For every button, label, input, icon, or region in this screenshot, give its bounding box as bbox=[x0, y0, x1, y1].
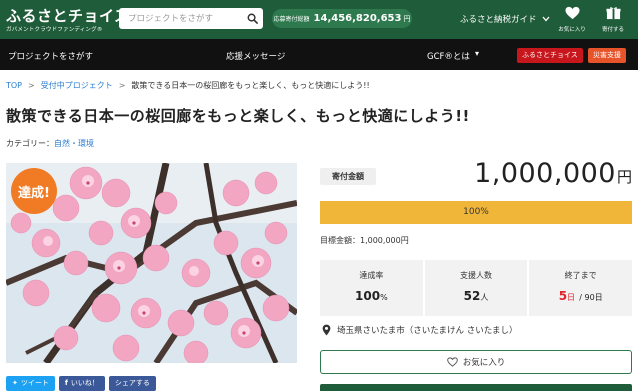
share-label: シェアする bbox=[114, 379, 150, 387]
stat-remaining-label: 終了まで bbox=[564, 271, 597, 280]
category-label: カテゴリー： bbox=[6, 139, 54, 148]
remaining-days: 5 bbox=[558, 289, 568, 303]
stat-achievement-rate: 達成率 100% bbox=[320, 260, 423, 316]
tweet-button[interactable]: ✦ ツイート bbox=[6, 376, 55, 391]
progress-text: 100% bbox=[463, 207, 489, 217]
guide-label: ふるさと納税ガイド bbox=[460, 15, 537, 25]
breadcrumb-separator: > bbox=[118, 81, 126, 90]
favorite-button-label: お気に入り bbox=[462, 358, 506, 368]
stat-remaining-value: 5日 / 90日 bbox=[529, 289, 632, 303]
logo-subtext: ガバメントクラウドファンディング® bbox=[6, 27, 103, 33]
stat-supporters-value: 52人 bbox=[425, 289, 528, 303]
stat-supporters: 支援人数 52人 bbox=[424, 260, 528, 316]
stats-panel: 達成率 100% 支援人数 52人 終了まで 5日 / 90日 bbox=[320, 260, 633, 316]
gift-box-icon bbox=[605, 7, 621, 20]
donation-total-unit: 円 bbox=[403, 14, 411, 23]
supporters-number: 52 bbox=[463, 289, 481, 303]
amount-unit: 円 bbox=[616, 168, 632, 186]
category-link[interactable]: 自然・環境 bbox=[54, 139, 94, 148]
search-box bbox=[119, 8, 263, 29]
twitter-icon: ✦ bbox=[12, 379, 18, 387]
share-buttons: ✦ ツイート f いいね！ シェアする bbox=[6, 376, 156, 391]
add-favorite-button[interactable]: お気に入り bbox=[320, 350, 632, 374]
like-label: いいね！ bbox=[70, 379, 99, 387]
donate-button-partial[interactable] bbox=[320, 384, 632, 391]
nav-furusato-choice-badge[interactable]: ふるさとチョイス bbox=[517, 48, 583, 63]
donation-total-label: 応募寄付総額 bbox=[273, 16, 310, 23]
location: 埼玉県さいたま市（さいたまけん さいたまし） bbox=[322, 324, 517, 336]
search-button[interactable] bbox=[241, 8, 263, 29]
heart-outline-icon bbox=[446, 357, 458, 367]
location-text: 埼玉県さいたま市（さいたまけん さいたまし） bbox=[337, 326, 518, 336]
amount-number: 1,000,000 bbox=[474, 158, 616, 189]
breadcrumb-active-projects[interactable]: 受付中プロジェクト bbox=[41, 80, 113, 91]
stat-rate-value: 100% bbox=[320, 289, 423, 303]
furusato-guide-menu[interactable]: ふるさと納税ガイド bbox=[460, 13, 550, 25]
remaining-unit: 日 bbox=[567, 293, 576, 302]
chevron-down-icon bbox=[542, 16, 550, 22]
stat-rate-label: 達成率 bbox=[359, 271, 384, 280]
share-button[interactable]: シェアする bbox=[108, 376, 156, 391]
tweet-label: ツイート bbox=[20, 379, 49, 387]
donate-header-button[interactable]: 寄付する bbox=[596, 5, 630, 35]
main-nav: プロジェクトをさがす 応援メッセージ GCF®とは ▾ ふるさとチョイス 災害支… bbox=[0, 39, 638, 70]
amount-value: 1,000,000円 bbox=[474, 158, 632, 189]
logo-text: ふるさとチョイス bbox=[6, 7, 130, 25]
supporters-unit: 人 bbox=[480, 293, 489, 302]
search-input[interactable] bbox=[119, 13, 237, 24]
heart-icon bbox=[564, 6, 580, 20]
location-pin-icon bbox=[322, 324, 331, 336]
rate-number: 100 bbox=[355, 289, 381, 303]
donate-header-label: 寄付する bbox=[601, 27, 624, 33]
nav-disaster-support-badge[interactable]: 災害支援 bbox=[588, 48, 626, 63]
breadcrumb: TOP > 受付中プロジェクト > 散策できる日本一の桜回廊をもっと楽しく、もっ… bbox=[6, 80, 370, 91]
target-amount: 目標金額：1,000,000円 bbox=[320, 236, 409, 245]
donation-total: 応募寄付総額 14,456,820,653 円 bbox=[272, 9, 412, 28]
facebook-icon: f bbox=[64, 379, 68, 387]
donation-total-value: 14,456,820,653 bbox=[313, 13, 402, 24]
breadcrumb-separator: > bbox=[28, 81, 35, 90]
search-icon bbox=[247, 13, 258, 24]
nav-about-chevron-icon: ▾ bbox=[475, 49, 480, 58]
category: カテゴリー：自然・環境 bbox=[6, 138, 94, 149]
stat-supporters-label: 支援人数 bbox=[460, 271, 492, 280]
nav-about-gcf[interactable]: GCF®とは bbox=[427, 50, 470, 62]
like-button[interactable]: f いいね！ bbox=[58, 376, 105, 391]
amount-label: 寄付金額 bbox=[320, 168, 376, 185]
nav-messages[interactable]: 応援メッセージ bbox=[226, 50, 285, 62]
site-header: ふるさとチョイス ガバメントクラウドファンディング® 応募寄付総額 14,456… bbox=[0, 0, 638, 39]
remaining-total: / 90日 bbox=[579, 293, 603, 302]
nav-find-projects[interactable]: プロジェクトをさがす bbox=[8, 50, 93, 62]
page-title: 散策できる日本一の桜回廊をもっと楽しく、もっと快適にしよう!! bbox=[6, 107, 470, 125]
rate-unit: % bbox=[380, 293, 388, 302]
site-logo[interactable]: ふるさとチョイス ガバメントクラウドファンディング® bbox=[6, 5, 130, 33]
breadcrumb-current: 散策できる日本一の桜回廊をもっと楽しく、もっと快適にしよう!! bbox=[131, 81, 370, 90]
achieved-badge: 達成! bbox=[11, 168, 57, 214]
breadcrumb-top[interactable]: TOP bbox=[6, 81, 22, 90]
funding-progress-bar: 100% bbox=[320, 201, 632, 224]
stat-remaining: 終了まで 5日 / 90日 bbox=[529, 260, 633, 316]
favorites-header-label: お気に入り bbox=[558, 27, 586, 33]
favorites-header-button[interactable]: お気に入り bbox=[555, 5, 589, 35]
